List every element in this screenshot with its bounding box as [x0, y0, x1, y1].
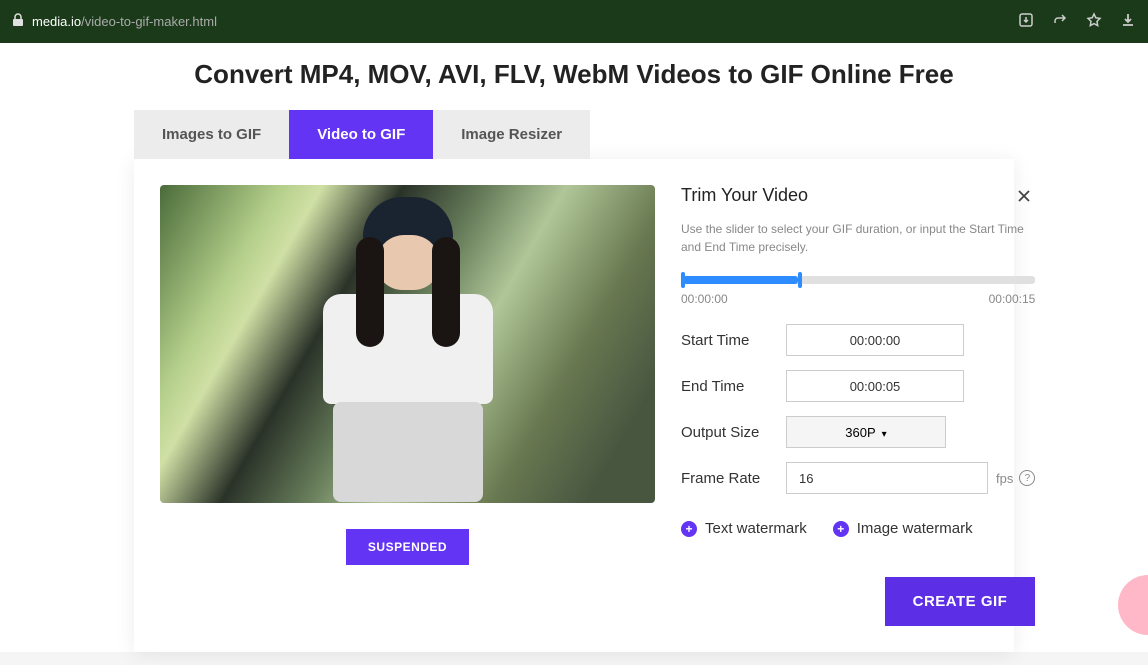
url-path: /video-to-gif-maker.html [81, 14, 217, 29]
start-time-input[interactable] [786, 324, 964, 356]
start-time-label: Start Time [681, 332, 786, 349]
close-button[interactable] [1013, 185, 1035, 210]
chevron-down-icon [882, 425, 887, 440]
share-icon[interactable] [1052, 12, 1068, 31]
trim-title: Trim Your Video [681, 185, 808, 206]
frame-rate-label: Frame Rate [681, 470, 786, 487]
help-icon[interactable]: ? [1019, 470, 1035, 486]
output-size-label: Output Size [681, 424, 786, 441]
slider-time-max: 00:00:15 [989, 292, 1036, 306]
download-icon[interactable] [1120, 12, 1136, 31]
suspended-button[interactable]: SUSPENDED [346, 529, 469, 565]
tab-image-resizer[interactable]: Image Resizer [433, 110, 590, 159]
plus-icon: + [681, 521, 697, 537]
mode-tabs: Images to GIF Video to GIF Image Resizer [134, 110, 1014, 159]
slider-time-min: 00:00:00 [681, 292, 728, 306]
image-watermark-label: Image watermark [857, 520, 973, 537]
tab-images-to-gif[interactable]: Images to GIF [134, 110, 289, 159]
browser-address-bar: media.io /video-to-gif-maker.html [0, 0, 1148, 43]
frame-rate-input[interactable] [786, 462, 988, 494]
slider-handle-end[interactable] [798, 272, 802, 288]
plus-icon: + [833, 521, 849, 537]
lock-icon [12, 13, 24, 30]
star-icon[interactable] [1086, 12, 1102, 31]
tab-video-to-gif[interactable]: Video to GIF [289, 110, 433, 159]
video-preview[interactable] [160, 185, 655, 503]
page-title: Convert MP4, MOV, AVI, FLV, WebM Videos … [0, 51, 1148, 110]
fps-label: fps [996, 471, 1013, 486]
duration-slider[interactable] [681, 276, 1035, 284]
output-size-value: 360P [845, 425, 875, 440]
create-gif-button[interactable]: CREATE GIF [885, 577, 1036, 626]
text-watermark-button[interactable]: + Text watermark [681, 520, 807, 537]
install-icon[interactable] [1018, 12, 1034, 31]
output-size-select[interactable]: 360P [786, 416, 946, 448]
page-body: Convert MP4, MOV, AVI, FLV, WebM Videos … [0, 43, 1148, 652]
image-watermark-button[interactable]: + Image watermark [833, 520, 973, 537]
slider-handle-start[interactable] [681, 272, 685, 288]
end-time-label: End Time [681, 378, 786, 395]
text-watermark-label: Text watermark [705, 520, 807, 537]
trim-help-text: Use the slider to select your GIF durati… [681, 220, 1035, 256]
end-time-input[interactable] [786, 370, 964, 402]
url-domain: media.io [32, 14, 81, 29]
editor-panel: SUSPENDED Trim Your Video Use the slider… [134, 159, 1014, 652]
